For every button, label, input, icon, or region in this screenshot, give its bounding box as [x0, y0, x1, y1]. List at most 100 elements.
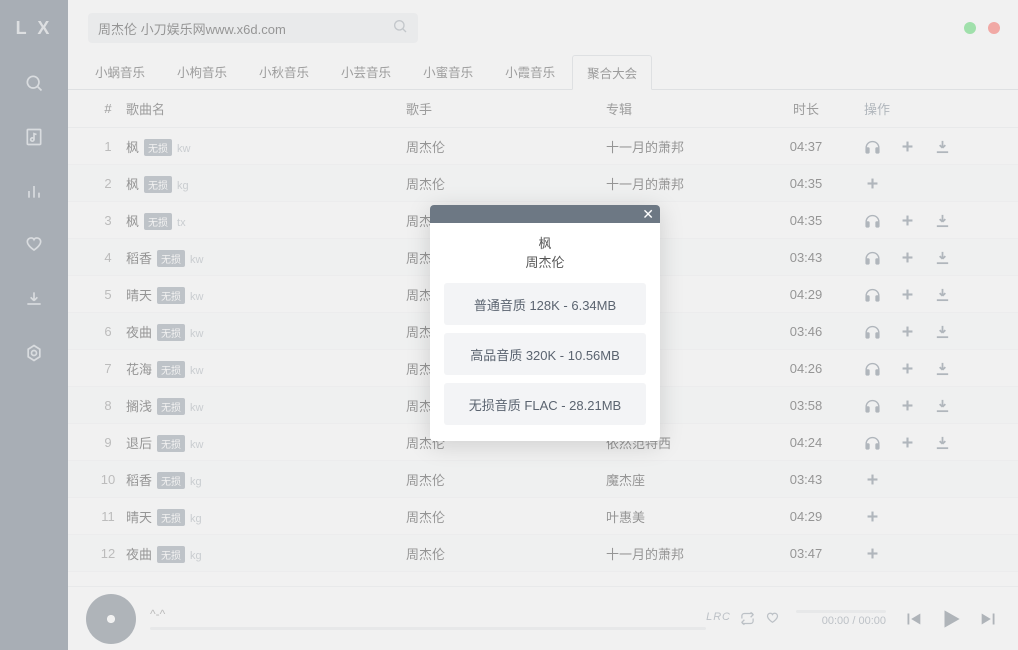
- add-icon[interactable]: [864, 175, 881, 192]
- nav-downloads[interactable]: [0, 272, 68, 326]
- source-tab[interactable]: 小霞音乐: [490, 54, 570, 89]
- listen-icon[interactable]: [864, 249, 881, 266]
- download-icon[interactable]: [934, 249, 951, 266]
- add-icon[interactable]: [899, 212, 916, 229]
- search-icon: [24, 73, 44, 93]
- row-title: 夜曲无损kw: [126, 322, 406, 341]
- add-icon[interactable]: [864, 508, 881, 525]
- add-icon[interactable]: [864, 471, 881, 488]
- add-icon[interactable]: [899, 323, 916, 340]
- nav-settings[interactable]: [0, 326, 68, 380]
- playback-time: 00:00 / 00:00: [822, 615, 886, 627]
- row-title: 枫无损tx: [126, 211, 406, 230]
- row-index: 3: [90, 213, 126, 228]
- col-artist: 歌手: [406, 99, 606, 118]
- download-icon[interactable]: [934, 360, 951, 377]
- add-icon[interactable]: [899, 397, 916, 414]
- add-icon[interactable]: [899, 138, 916, 155]
- lossless-badge: 无损: [144, 176, 172, 193]
- source-tag: kw: [190, 439, 203, 451]
- download-icon[interactable]: [934, 434, 951, 451]
- row-operations: [836, 545, 1004, 562]
- nav-favorites[interactable]: [0, 218, 68, 272]
- progress-bar[interactable]: [150, 627, 706, 630]
- source-tab[interactable]: 小芸音乐: [326, 54, 406, 89]
- nav-search[interactable]: [0, 56, 68, 110]
- lyrics-toggle[interactable]: L R C: [706, 611, 730, 626]
- search-icon[interactable]: [392, 18, 408, 39]
- table-row[interactable]: 10稻香无损kg周杰伦魔杰座03:43: [68, 461, 1018, 498]
- row-index: 12: [90, 546, 126, 561]
- add-icon[interactable]: [899, 249, 916, 266]
- nav-charts[interactable]: [0, 164, 68, 218]
- quality-option-flac[interactable]: 无损音质 FLAC - 28.21MB: [444, 383, 646, 425]
- listen-icon[interactable]: [864, 360, 881, 377]
- source-tag: kw: [190, 402, 203, 414]
- add-icon[interactable]: [899, 434, 916, 451]
- play-button[interactable]: [938, 606, 964, 632]
- listen-icon[interactable]: [864, 397, 881, 414]
- add-icon[interactable]: [899, 286, 916, 303]
- lossless-badge: 无损: [144, 213, 172, 230]
- table-row[interactable]: 2枫无损kg周杰伦十一月的萧邦04:35: [68, 165, 1018, 202]
- listen-icon[interactable]: [864, 434, 881, 451]
- source-tag: kw: [190, 328, 203, 340]
- prev-button[interactable]: [902, 608, 924, 630]
- search-input[interactable]: [98, 21, 392, 36]
- row-title: 稻香无损kw: [126, 248, 406, 267]
- row-duration: 03:47: [776, 546, 836, 561]
- row-duration: 03:58: [776, 398, 836, 413]
- modal-close[interactable]: ✕: [642, 207, 654, 221]
- window-close[interactable]: [988, 22, 1000, 34]
- source-tab[interactable]: 聚合大会: [572, 55, 652, 90]
- quality-option-320k[interactable]: 高品音质 320K - 10.56MB: [444, 333, 646, 375]
- listen-icon[interactable]: [864, 138, 881, 155]
- download-icon[interactable]: [934, 138, 951, 155]
- listen-icon[interactable]: [864, 212, 881, 229]
- table-header: # 歌曲名 歌手 专辑 时长 操作: [68, 90, 1018, 128]
- listen-icon[interactable]: [864, 323, 881, 340]
- quality-modal: ✕ 枫 周杰伦 普通音质 128K - 6.34MB 高品音质 320K - 1…: [430, 205, 660, 441]
- download-icon[interactable]: [934, 323, 951, 340]
- lossless-badge: 无损: [157, 287, 185, 304]
- source-tab[interactable]: 小蜜音乐: [408, 54, 488, 89]
- next-button[interactable]: [978, 608, 1000, 630]
- row-artist: 周杰伦: [406, 470, 606, 489]
- source-tab[interactable]: 小枸音乐: [162, 54, 242, 89]
- table-row[interactable]: 12夜曲无损kg周杰伦十一月的萧邦03:47: [68, 535, 1018, 572]
- row-operations: [836, 434, 1004, 451]
- row-duration: 03:43: [776, 250, 836, 265]
- row-duration: 04:29: [776, 287, 836, 302]
- download-icon: [24, 289, 44, 309]
- shuffle-icon[interactable]: [740, 611, 755, 626]
- add-icon[interactable]: [899, 360, 916, 377]
- like-icon[interactable]: [765, 611, 780, 626]
- listen-icon[interactable]: [864, 286, 881, 303]
- row-operations: [836, 138, 1004, 155]
- modal-header: ✕: [430, 205, 660, 223]
- table-row[interactable]: 11晴天无损kg周杰伦叶惠美04:29: [68, 498, 1018, 535]
- row-index: 4: [90, 250, 126, 265]
- quality-option-128k[interactable]: 普通音质 128K - 6.34MB: [444, 283, 646, 325]
- download-icon[interactable]: [934, 286, 951, 303]
- row-duration: 04:29: [776, 509, 836, 524]
- download-icon[interactable]: [934, 212, 951, 229]
- album-art[interactable]: [86, 594, 136, 644]
- window-minimize[interactable]: [964, 22, 976, 34]
- row-duration: 03:43: [776, 472, 836, 487]
- table-row[interactable]: 1枫无损kw周杰伦十一月的萧邦04:37: [68, 128, 1018, 165]
- source-tab[interactable]: 小秋音乐: [244, 54, 324, 89]
- download-icon[interactable]: [934, 397, 951, 414]
- search-box[interactable]: [88, 13, 418, 43]
- nav-library[interactable]: [0, 110, 68, 164]
- chart-icon: [24, 181, 44, 201]
- row-operations: [836, 249, 1004, 266]
- row-index: 5: [90, 287, 126, 302]
- row-duration: 04:26: [776, 361, 836, 376]
- col-operations: 操作: [836, 99, 1004, 118]
- source-tab[interactable]: 小蜗音乐: [80, 54, 160, 89]
- row-operations: [836, 508, 1004, 525]
- volume-slider[interactable]: [796, 610, 886, 613]
- col-duration: 时长: [776, 99, 836, 118]
- add-icon[interactable]: [864, 545, 881, 562]
